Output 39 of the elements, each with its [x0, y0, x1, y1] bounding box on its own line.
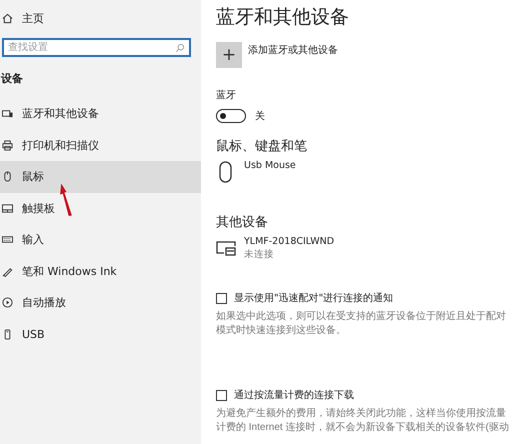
home-icon — [2, 12, 13, 24]
section-heading: 设备 — [1, 71, 24, 86]
printer-icon — [2, 140, 13, 151]
section-heading: 其他设备 — [216, 214, 269, 231]
add-device-label[interactable]: 添加蓝牙或其他设备 — [248, 43, 338, 68]
section-heading: 鼠标、键盘和笔 — [216, 138, 308, 155]
touchpad-icon — [2, 202, 13, 214]
pen-icon — [2, 266, 13, 277]
sidebar-item[interactable]: 蓝牙和其他设备 — [0, 98, 201, 130]
device-item[interactable]: YLMF-2018CILWND 未连接 — [216, 235, 531, 261]
bluetooth-toggle[interactable] — [216, 109, 246, 123]
keyboard-icon — [2, 234, 13, 246]
device-item[interactable]: Usb Mouse — [216, 159, 531, 183]
checkbox[interactable] — [216, 390, 227, 400]
toggle-state: 关 — [255, 110, 265, 123]
sidebar-item[interactable]: 鼠标 — [0, 161, 201, 192]
page-title: 蓝牙和其他设备 — [216, 5, 350, 30]
checkbox-label[interactable]: 通过按流量计费的连接下载 — [234, 388, 354, 402]
sidebar-item[interactable]: 触摸板 — [0, 192, 201, 224]
sidebar-item[interactable]: 自动播放 — [0, 287, 201, 318]
add-device-button[interactable]: + — [216, 42, 242, 68]
checkbox-label[interactable]: 显示使用"迅速配对"进行连接的通知 — [234, 291, 394, 305]
usb-icon — [2, 328, 13, 340]
sidebar-item[interactable]: USB — [0, 318, 201, 350]
home-link[interactable]: 主页 — [0, 9, 201, 27]
option-description: 如果选中此选项，则可以在受支持的蓝牙设备位于附近且处于配对模式时快速连接到这些设备。 — [216, 310, 507, 338]
mouse-icon — [2, 171, 13, 182]
sidebar-item[interactable]: 打印机和扫描仪 — [0, 130, 201, 161]
sidebar-item[interactable]: 输入 — [0, 224, 201, 256]
search-icon — [175, 42, 185, 52]
search-field[interactable]: 查找设置 — [2, 38, 191, 57]
devices-icon — [2, 108, 13, 120]
checkbox[interactable] — [216, 292, 227, 304]
play-icon — [2, 297, 13, 308]
annotation-arrow — [58, 183, 74, 217]
search-input[interactable]: 查找设置 — [4, 42, 175, 53]
bluetooth-label: 蓝牙 — [216, 88, 237, 102]
sidebar-item[interactable]: 笔和 Windows Ink — [0, 256, 201, 287]
option-description: 为避免产生额外的费用，请始终关闭此功能，这样当你使用按流量计费的 Internet 连接时，就不会为新设备下载相关的设备软件(驱动 — [216, 407, 510, 435]
